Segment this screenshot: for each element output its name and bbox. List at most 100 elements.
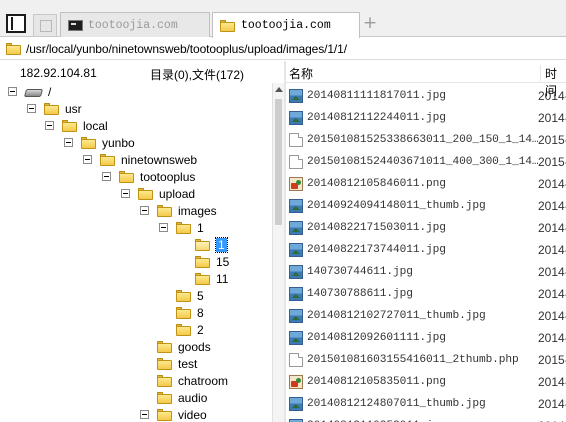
file-name: 20150108152533866301​1_200_150_1_142... (307, 134, 539, 146)
tab-file-browser[interactable]: tootoojia.com (212, 12, 360, 38)
path-text[interactable]: /usr/local/yunbo/ninetownsweb/tootooplus… (26, 42, 347, 56)
tree-node-images-2[interactable]: 2 (176, 321, 204, 338)
file-time: 2014- (538, 111, 566, 125)
collapse-icon[interactable] (45, 121, 54, 130)
collapse-icon[interactable] (102, 172, 111, 181)
file-name: 20140924094148011_thumb.jpg (307, 200, 486, 212)
file-time: 2014- (538, 221, 566, 235)
tree-node-images-1[interactable]: 1 (159, 219, 204, 236)
file-name: 140730744611.jpg (307, 266, 413, 278)
tree-node-chatroom[interactable]: chatroom (157, 372, 228, 389)
file-row[interactable]: 20140812092601111.jpg 2014- (286, 327, 566, 349)
file-row[interactable]: 20140924094148011_thumb.jpg 2014- (286, 195, 566, 217)
file-row[interactable]: 20140812105846011.png 2014- (286, 173, 566, 195)
folder-icon (176, 323, 191, 336)
scrollbar-thumb[interactable] (275, 99, 282, 225)
collapse-icon[interactable] (8, 87, 17, 96)
column-header-name[interactable]: 名称 (289, 65, 313, 82)
tree-scrollbar[interactable] (272, 83, 284, 422)
file-name: 20140822173744011.jpg (307, 244, 446, 256)
document-file-icon (289, 353, 303, 367)
folder-icon (176, 289, 191, 302)
path-bar[interactable]: /usr/local/yunbo/ninetownsweb/tootooplus… (0, 38, 566, 60)
folder-icon (195, 255, 210, 268)
tree-node-images-1-15[interactable]: 15 (195, 253, 229, 270)
tree-node-images-5[interactable]: 5 (176, 287, 204, 304)
folder-icon (176, 306, 191, 319)
tab-terminal[interactable]: tootoojia.com (60, 12, 210, 37)
tab-bar: tootoojia.com tootoojia.com + (0, 0, 566, 38)
collapse-icon[interactable] (64, 138, 73, 147)
folder-icon (176, 221, 191, 234)
file-row[interactable]: 20140812105835011.png 2014- (286, 371, 566, 393)
collapse-icon[interactable] (140, 410, 149, 419)
image-file-icon (289, 265, 303, 279)
tree-node-images-1-1-selected[interactable]: 1 (195, 236, 228, 253)
folder-icon (195, 272, 210, 285)
image-file-icon (289, 287, 303, 301)
column-header-time[interactable]: 时间 (540, 65, 566, 98)
collapse-icon[interactable] (121, 189, 130, 198)
collapse-icon[interactable] (140, 206, 149, 215)
tree-node-test[interactable]: test (157, 355, 197, 372)
tree-node-video[interactable]: video (140, 406, 207, 422)
file-row[interactable]: 20140811111817011.jpg 2014- (286, 85, 566, 107)
file-row[interactable]: 20140812110353011.jpg2014- (286, 415, 566, 422)
file-name: 20140812112244011.jpg (307, 112, 446, 124)
file-time: 2014- (538, 287, 566, 301)
file-row[interactable]: 20140812124807011_thumb.jpg 2014- (286, 393, 566, 415)
folder-open-icon (195, 238, 210, 251)
file-row[interactable]: 20150108160315541601​1_2thumb.php 2015- (286, 349, 566, 371)
scroll-up-icon[interactable] (275, 87, 283, 92)
file-row[interactable]: 20150108152533866301​1_200_150_1_142... 2… (286, 129, 566, 151)
folder-icon (157, 340, 172, 353)
tree-node-yunbo[interactable]: yunbo (64, 134, 135, 151)
file-time: 2015- (538, 353, 566, 367)
tree-node-root[interactable]: / (8, 83, 51, 100)
tree-node-ninetownsweb[interactable]: ninetownsweb (83, 151, 197, 168)
file-time: 2014- (538, 243, 566, 257)
tree-header: 182.92.104.81 目录(0),文件(172) (0, 61, 284, 83)
tree-node-images-1-11[interactable]: 11 (195, 270, 228, 287)
sidebar-toggle-icon[interactable] (6, 14, 26, 33)
image-file-icon (289, 397, 303, 411)
file-list: 20140811111817011.jpg 2014- 20140812112244… (286, 85, 566, 422)
file-row[interactable]: 20140822173744011.jpg 2014- (286, 239, 566, 261)
tab-placeholder[interactable] (33, 14, 57, 36)
file-row[interactable]: 20140812112244011.jpg 2014- (286, 107, 566, 129)
file-time: 2015- (538, 155, 566, 169)
tree-node-tootooplus[interactable]: tootooplus (102, 168, 195, 185)
file-row[interactable]: 20150108152440367101​1_400_300_1_142... 2… (286, 151, 566, 173)
document-file-icon (289, 133, 303, 147)
collapse-icon[interactable] (159, 223, 168, 232)
tree-node-audio[interactable]: audio (157, 389, 207, 406)
file-time: 2015- (538, 133, 566, 147)
dir-summary: 目录(0),文件(172) (150, 68, 245, 82)
folder-icon (157, 408, 172, 421)
tree-node-goods[interactable]: goods (157, 338, 211, 355)
collapse-icon[interactable] (27, 104, 36, 113)
add-tab-button[interactable]: + (362, 15, 378, 32)
image-file-icon (289, 243, 303, 257)
tree-node-images-8[interactable]: 8 (176, 304, 204, 321)
file-row[interactable]: 20140812102727011_thumb.jpg 2014- (286, 305, 566, 327)
folder-icon (6, 42, 21, 55)
tree-node-local[interactable]: local (45, 117, 108, 134)
file-name: 20140822171503011.jpg (307, 222, 446, 234)
file-row[interactable]: 140730788611.jpg 2014- (286, 283, 566, 305)
tree-node-usr[interactable]: usr (27, 100, 82, 117)
file-row[interactable]: 20140822171503011.jpg 2014- (286, 217, 566, 239)
collapse-icon[interactable] (83, 155, 92, 164)
image-file-icon (289, 199, 303, 213)
image-file-icon (289, 331, 303, 345)
file-row[interactable]: 140730744611.jpg 2014- (286, 261, 566, 283)
file-time: 2014- (538, 89, 566, 103)
image-file-icon (289, 111, 303, 125)
tree-node-upload[interactable]: upload (121, 185, 195, 202)
file-name: 20140812105846011.png (307, 178, 446, 190)
tree-node-images[interactable]: images (140, 202, 217, 219)
folder-icon (220, 19, 235, 32)
file-name: 20140811111817011.jpg (307, 90, 446, 102)
folder-icon (100, 153, 115, 166)
folder-icon (157, 204, 172, 217)
